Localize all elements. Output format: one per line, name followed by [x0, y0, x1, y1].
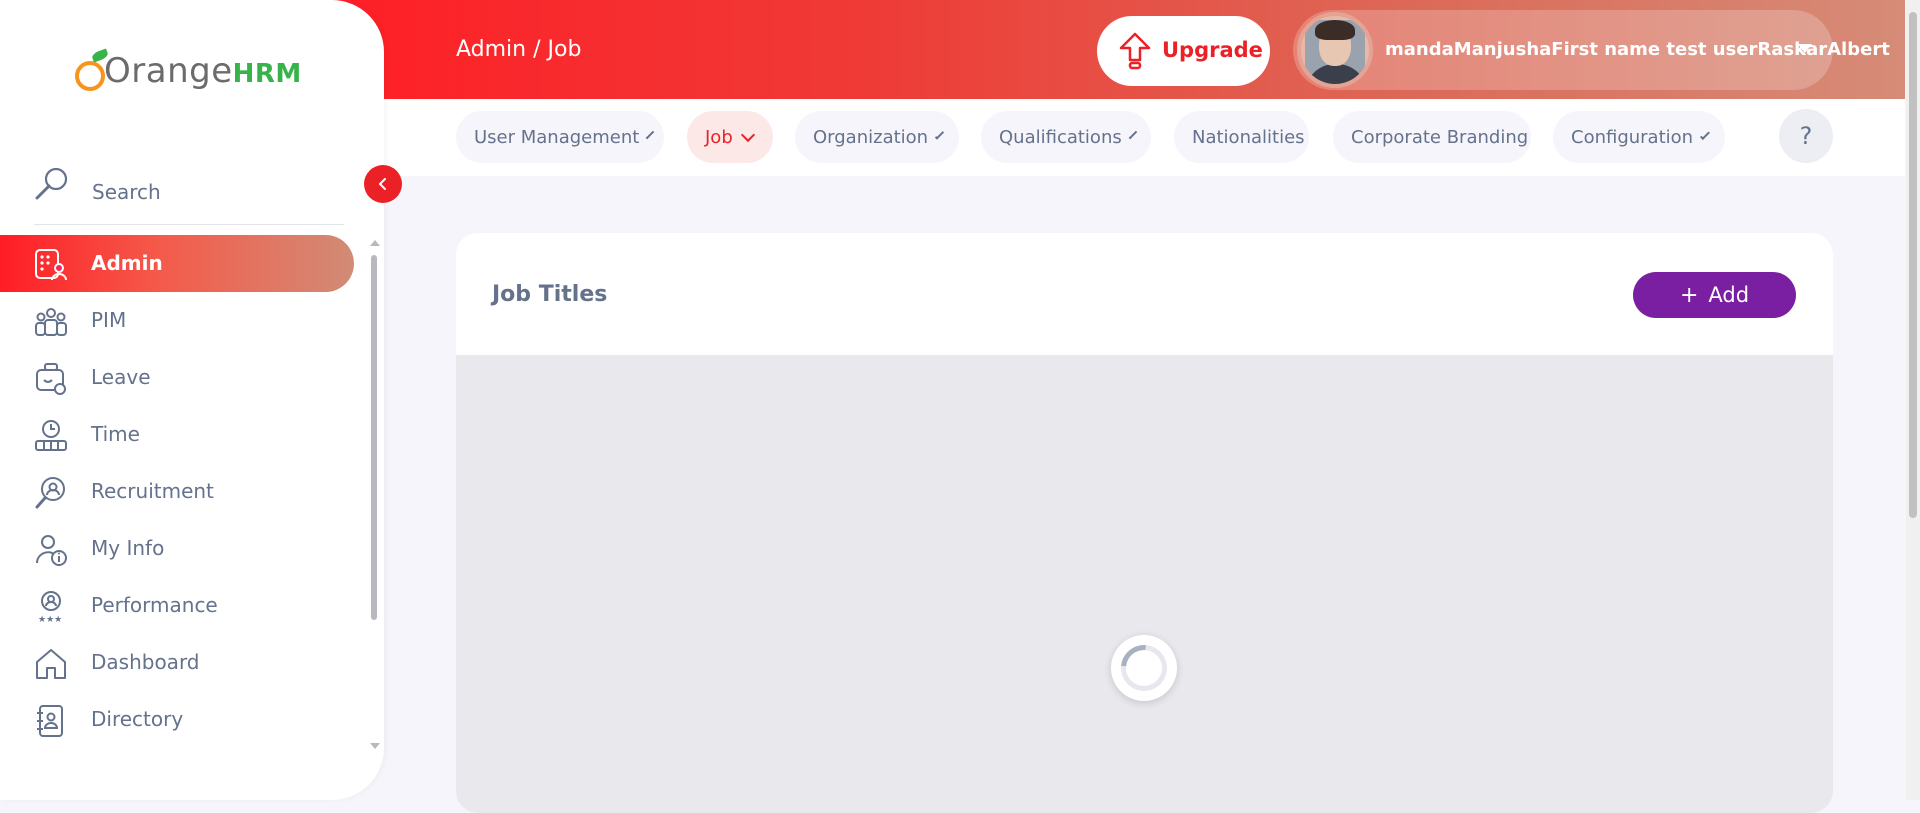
tab-label: Qualifications	[999, 126, 1122, 148]
recruitment-icon	[35, 477, 65, 509]
sidebar-item-label: Performance	[91, 593, 218, 617]
sidebar-item-directory[interactable]: Directory	[0, 691, 384, 748]
sidebar-item-leave[interactable]: Leave	[0, 349, 384, 406]
job-titles-card: Job Titles + Add	[456, 233, 1833, 813]
user-dropdown[interactable]: mandaManjushaFirst name test userRaskarA…	[1293, 10, 1890, 90]
tab-label: Configuration	[1571, 126, 1694, 148]
admin-icon	[35, 249, 67, 281]
breadcrumb: Admin / Job	[456, 37, 582, 62]
sidebar-item-dashboard[interactable]: Dashboard	[0, 634, 384, 691]
sidebar-item-time[interactable]: Time	[0, 406, 384, 463]
tab-label: Job	[705, 126, 733, 148]
user-name: mandaManjushaFirst name test userRaskarA…	[1385, 39, 1890, 60]
orangehrm-logo[interactable]: OrangeHRM	[70, 45, 301, 105]
upgrade-label: Upgrade	[1162, 38, 1263, 62]
sidebar-item-label: Dashboard	[91, 650, 200, 674]
leave-icon	[36, 363, 66, 395]
sidebar-item-label: My Info	[91, 536, 165, 560]
sidebar-search[interactable]: Search	[34, 162, 344, 225]
sidebar: OrangeHRM Search Admin PIM Leave Time Re…	[0, 0, 384, 800]
search-icon	[35, 167, 68, 200]
dashboard-icon	[36, 649, 66, 679]
loading-spinner	[1111, 635, 1177, 701]
svg-text:★★★: ★★★	[38, 615, 62, 624]
sidebar-item-my-info[interactable]: My Info	[0, 520, 384, 577]
upgrade-button[interactable]: Upgrade	[1097, 16, 1270, 86]
sidebar-item-pim[interactable]: PIM	[0, 292, 384, 349]
sidebar-item-label: Directory	[91, 707, 184, 731]
sidebar-menu: Admin PIM Leave Time Recruitment My Info…	[0, 235, 384, 748]
time-icon	[35, 420, 67, 451]
directory-icon	[37, 705, 63, 737]
add-button[interactable]: + Add	[1633, 272, 1796, 318]
tab-corporate-branding[interactable]: Corporate Branding	[1333, 111, 1531, 163]
logo-text: OrangeHRM	[104, 51, 302, 91]
logo-text-accent: HRM	[232, 59, 302, 89]
tab-job[interactable]: Job	[687, 111, 773, 163]
tab-organization[interactable]: Organization	[795, 111, 959, 163]
page-title: Job Titles	[492, 282, 608, 307]
orange-logo-icon	[75, 61, 105, 91]
sidebar-scroll-down[interactable]	[370, 743, 380, 749]
tab-label: Corporate Branding	[1351, 126, 1529, 148]
sidebar-scrollbar[interactable]	[371, 255, 377, 620]
chevron-left-icon	[379, 178, 386, 190]
sidebar-item-label: PIM	[91, 308, 127, 332]
tab-nationalities[interactable]: Nationalities	[1174, 111, 1309, 163]
spinner-icon	[1111, 635, 1177, 701]
chevron-down-icon	[1128, 130, 1137, 139]
page-scrollbar-thumb[interactable]	[1909, 12, 1917, 518]
help-icon: ?	[1799, 122, 1813, 150]
tab-label: Nationalities	[1192, 126, 1305, 148]
sidebar-item-label: Admin	[91, 251, 163, 275]
tab-qualifications[interactable]: Qualifications	[981, 111, 1151, 163]
search-label: Search	[92, 180, 161, 204]
chevron-down-icon	[934, 129, 945, 140]
tab-label: User Management	[474, 126, 640, 148]
avatar	[1297, 12, 1373, 88]
pim-icon	[35, 308, 67, 336]
sidebar-item-recruitment[interactable]: Recruitment	[0, 463, 384, 520]
tab-configuration[interactable]: Configuration	[1553, 111, 1725, 163]
sidebar-item-label: Time	[91, 422, 140, 446]
caret-down-icon	[1798, 44, 1812, 53]
help-button[interactable]: ?	[1779, 109, 1833, 163]
chevron-down-icon	[646, 130, 655, 139]
top-header: Admin / Job Upgrade mandaManjushaFirst n…	[300, 0, 1905, 99]
sidebar-item-performance[interactable]: ★★★ Performance	[0, 577, 384, 634]
sidebar-item-admin[interactable]: Admin	[0, 235, 354, 292]
tab-user-management[interactable]: User Management	[456, 111, 664, 163]
tab-label: Organization	[813, 126, 929, 148]
sidebar-item-label: Recruitment	[91, 479, 214, 503]
sidebar-item-label: Leave	[91, 365, 151, 389]
my-info-icon	[36, 535, 67, 566]
logo-text-main: Orange	[104, 51, 233, 91]
upgrade-arrow-icon	[1119, 32, 1151, 70]
performance-icon: ★★★	[38, 591, 62, 624]
sidebar-scroll-up[interactable]	[370, 240, 380, 246]
loading-overlay	[456, 355, 1833, 813]
chevron-down-icon	[1700, 129, 1710, 140]
add-label: Add	[1708, 283, 1750, 307]
sidebar-collapse-button[interactable]	[364, 165, 402, 203]
plus-icon: +	[1679, 282, 1699, 308]
top-subnav: User Management Job Organization Qualifi…	[384, 99, 1905, 176]
chevron-down-icon	[740, 127, 755, 142]
page-scrollbar[interactable]	[1906, 0, 1920, 800]
